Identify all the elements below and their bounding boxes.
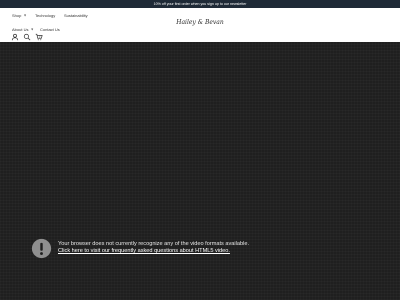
nav-sustainability-label: Sustainability <box>64 13 88 18</box>
nav-about-us[interactable]: About Us ▼ <box>12 27 34 32</box>
brand-logo[interactable]: Hailey & Bevan <box>168 19 232 29</box>
cart-icon[interactable]: 0 <box>35 33 43 41</box>
video-error-text: Your browser does not currently recogniz… <box>58 241 250 247</box>
nav-sustainability[interactable]: Sustainability <box>64 13 88 18</box>
nav-technology-label: Technology <box>35 13 56 18</box>
chevron-down-icon: ▼ <box>23 13 27 18</box>
nav-shop-label: Shop <box>12 13 22 18</box>
video-player[interactable] <box>0 42 400 300</box>
nav-about-us-label: About Us <box>12 27 29 32</box>
announcement-bar: 10% off your first order when you sign u… <box>0 0 400 8</box>
user-icon[interactable] <box>11 33 19 41</box>
nav-technology[interactable]: Technology <box>35 13 55 18</box>
logo-text: Hailey & Bevan <box>176 19 224 26</box>
chevron-down-icon: ▼ <box>30 27 34 32</box>
nav-contact-us-label: Contact Us <box>40 27 60 32</box>
announcement-text: 10% off your first order when you sign u… <box>153 2 247 6</box>
site-header: Shop ▼ Technology Sustainability Hailey … <box>0 8 400 42</box>
error-icon <box>31 238 52 259</box>
nav-contact-us[interactable]: Contact Us <box>40 27 60 32</box>
video-error-message: Your browser does not currently recogniz… <box>58 241 358 255</box>
search-icon[interactable] <box>23 33 31 41</box>
video-faq-link[interactable]: Click here to visit our frequently asked… <box>58 248 358 255</box>
nav-shop[interactable]: Shop ▼ <box>12 13 27 18</box>
